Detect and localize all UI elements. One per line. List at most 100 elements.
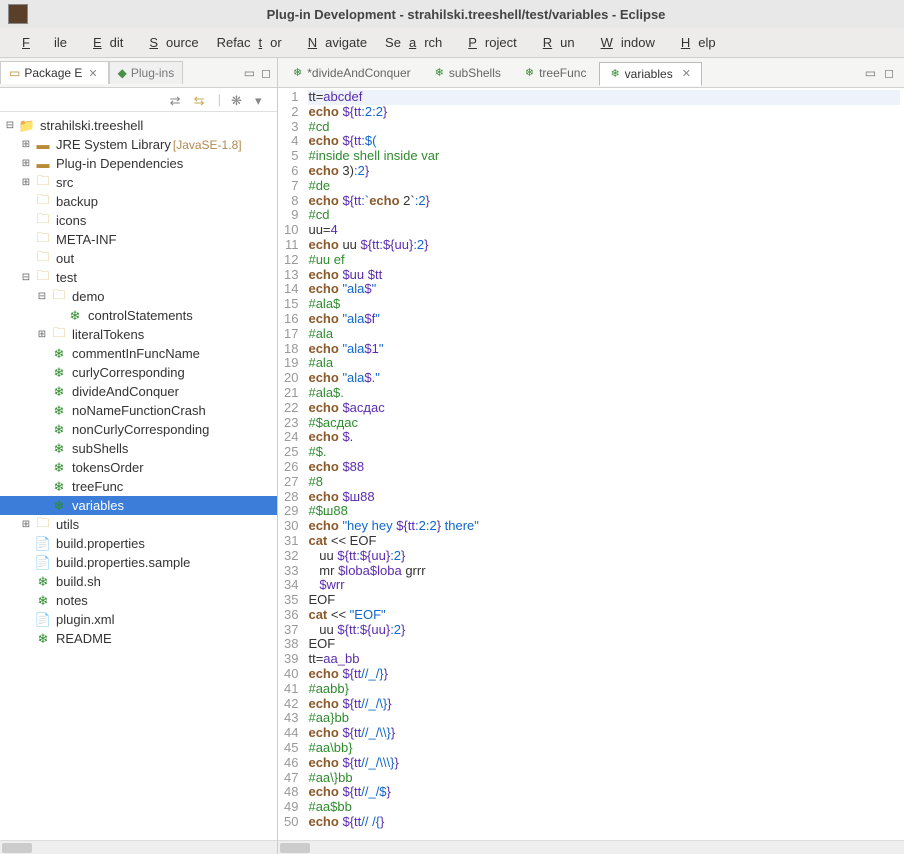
minimize-icon[interactable]: ▭ <box>865 66 876 80</box>
maximize-icon[interactable]: ◻ <box>884 66 894 80</box>
menubar: File Edit Source Refactor Navigate Searc… <box>0 28 904 58</box>
tree-file-icon: ❄ <box>67 309 83 323</box>
tree-file-icon: ❄ <box>51 480 67 494</box>
folder-icon: 🗀 <box>51 328 67 342</box>
left-tabs: ▭ Package E ✕ ◆ Plug-ins ▭ ◻ <box>0 58 277 88</box>
tree-src[interactable]: ⊞🗀src <box>0 173 277 192</box>
app-icon <box>8 4 28 24</box>
tree-file-icon: ❄ <box>51 442 67 456</box>
tree-literaltokens[interactable]: ⊞🗀literalTokens <box>0 325 277 344</box>
tree-out[interactable]: 🗀out <box>0 249 277 268</box>
tree-notes[interactable]: ❄notes <box>0 591 277 610</box>
file-icon: 📄 <box>35 613 51 627</box>
close-icon[interactable]: ✕ <box>682 67 691 80</box>
folder-icon: 🗀 <box>35 518 51 532</box>
tree-plugindep[interactable]: ⊞▬Plug-in Dependencies <box>0 154 277 173</box>
tree-file-icon: ❄ <box>435 66 444 79</box>
tree-tokensorder[interactable]: ❄tokensOrder <box>0 458 277 477</box>
menu-navigate[interactable]: Navigate <box>292 32 375 53</box>
menu-file[interactable]: File <box>6 32 75 53</box>
minimize-icon[interactable]: ▭ <box>244 66 255 80</box>
tab-package-explorer[interactable]: ▭ Package E ✕ <box>0 61 109 84</box>
code-editor[interactable]: 1234567891011121314151617181920212223242… <box>278 88 904 840</box>
menu-refactor[interactable]: Refactor <box>209 32 290 53</box>
file-icon: 📄 <box>35 537 51 551</box>
menu-source[interactable]: Source <box>133 32 206 53</box>
tree-jre[interactable]: ⊞▬JRE System Library [JavaSE-1.8] <box>0 135 277 154</box>
window-title: Plug-in Development - strahilski.treeshe… <box>36 7 896 22</box>
tree-root[interactable]: ⊟📁strahilski.treeshell <box>0 116 277 135</box>
folder-icon: 🗀 <box>35 271 51 285</box>
maximize-icon[interactable]: ◻ <box>261 66 271 80</box>
project-icon: 📁 <box>19 119 35 133</box>
folder-icon: 🗀 <box>51 290 67 304</box>
tree-file-icon: ❄ <box>293 66 302 79</box>
folder-icon: 🗀 <box>35 214 51 228</box>
menu-run[interactable]: Run <box>527 32 583 53</box>
tab-label: Package E <box>24 66 82 80</box>
tree-commentinfunc[interactable]: ❄commentInFuncName <box>0 344 277 363</box>
editor-tab-treefunc[interactable]: ❄treeFunc <box>514 61 598 85</box>
folder-icon: 🗀 <box>35 233 51 247</box>
menu-project[interactable]: Project <box>452 32 524 53</box>
tree-backup[interactable]: 🗀backup <box>0 192 277 211</box>
tree-file-icon: ❄ <box>51 385 67 399</box>
tree-file-icon: ❄ <box>51 366 67 380</box>
menu-help[interactable]: Help <box>665 32 724 53</box>
collapse-icon[interactable]: ⇄ <box>170 93 184 107</box>
editor-tab-variables[interactable]: ❄variables✕ <box>599 62 701 86</box>
tree-subshells[interactable]: ❄subShells <box>0 439 277 458</box>
tree-buildsh[interactable]: ❄build.sh <box>0 572 277 591</box>
tree-variables[interactable]: ❄variables <box>0 496 277 515</box>
project-tree: ⊟📁strahilski.treeshell ⊞▬JRE System Libr… <box>0 112 277 840</box>
tree-file-icon: ❄ <box>51 404 67 418</box>
tree-divide[interactable]: ❄divideAndConquer <box>0 382 277 401</box>
tree-buildprop[interactable]: 📄build.properties <box>0 534 277 553</box>
tree-noname[interactable]: ❄noNameFunctionCrash <box>0 401 277 420</box>
close-icon[interactable]: ✕ <box>86 67 99 80</box>
tree-buildpropsample[interactable]: 📄build.properties.sample <box>0 553 277 572</box>
tree-metainf[interactable]: 🗀META-INF <box>0 230 277 249</box>
file-icon: 📄 <box>35 556 51 570</box>
tree-curly[interactable]: ❄curlyCorresponding <box>0 363 277 382</box>
tab-plugins[interactable]: ◆ Plug-ins <box>109 61 184 84</box>
tree-test[interactable]: ⊟🗀test <box>0 268 277 287</box>
folder-icon: 🗀 <box>35 195 51 209</box>
library-icon: ▬ <box>35 157 51 171</box>
horizontal-scrollbar[interactable] <box>0 840 277 854</box>
tree-file-icon: ❄ <box>35 632 51 646</box>
menu-edit[interactable]: Edit <box>77 32 131 53</box>
titlebar: Plug-in Development - strahilski.treeshe… <box>0 0 904 28</box>
editor-tabs: ❄*divideAndConquer ❄subShells ❄treeFunc … <box>278 58 904 88</box>
tree-file-icon: ❄ <box>51 499 67 513</box>
menu-icon[interactable]: ▾ <box>255 93 269 107</box>
line-gutter: 1234567891011121314151617181920212223242… <box>278 88 304 840</box>
plugin-icon: ◆ <box>118 66 127 80</box>
tree-utils[interactable]: ⊞🗀utils <box>0 515 277 534</box>
code-area[interactable]: tt=abcdefecho ${tt:2:2}#cdecho ${tt:$(#i… <box>304 88 904 840</box>
tree-file-icon: ❄ <box>51 461 67 475</box>
menu-window[interactable]: Window <box>585 32 663 53</box>
link-icon[interactable]: ⇆ <box>194 93 208 107</box>
tree-demo[interactable]: ⊟🗀demo <box>0 287 277 306</box>
tree-icons[interactable]: 🗀icons <box>0 211 277 230</box>
tree-controlstmts[interactable]: ❄controlStatements <box>0 306 277 325</box>
tree-file-icon: ❄ <box>610 67 619 80</box>
tree-treefunc[interactable]: ❄treeFunc <box>0 477 277 496</box>
package-toolbar: ⇄ ⇆ | ❋ ▾ <box>0 88 277 112</box>
editor-tab-subshells[interactable]: ❄subShells <box>424 61 512 85</box>
package-icon: ▭ <box>9 66 20 80</box>
tree-file-icon: ❄ <box>35 594 51 608</box>
tree-readme[interactable]: ❄README <box>0 629 277 648</box>
tree-file-icon: ❄ <box>51 423 67 437</box>
menu-search[interactable]: Search <box>377 32 450 53</box>
package-folder-icon: 🗀 <box>35 176 51 190</box>
tree-pluginxml[interactable]: 📄plugin.xml <box>0 610 277 629</box>
horizontal-scrollbar[interactable] <box>278 840 904 854</box>
editor-tab-divide[interactable]: ❄*divideAndConquer <box>282 61 422 85</box>
library-icon: ▬ <box>35 138 51 152</box>
tree-file-icon: ❄ <box>35 575 51 589</box>
filter-icon[interactable]: ❋ <box>231 93 245 107</box>
tree-noncurly[interactable]: ❄nonCurlyCorresponding <box>0 420 277 439</box>
tree-file-icon: ❄ <box>51 347 67 361</box>
